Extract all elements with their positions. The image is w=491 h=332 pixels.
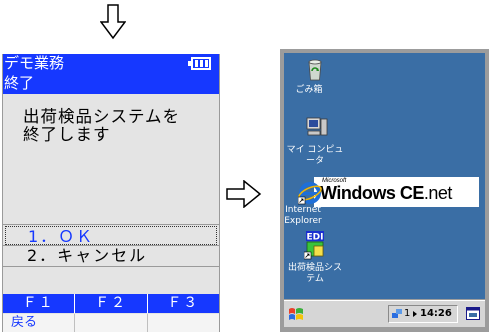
- tray-number: 1: [404, 308, 411, 319]
- ok-option[interactable]: 1．ＯＫ: [5, 226, 217, 246]
- taskbar: 1 14:26: [284, 300, 485, 327]
- system-tray: 1 14:26: [388, 305, 458, 323]
- message-line: 出荷検品システムを: [23, 107, 181, 126]
- divider: [3, 266, 219, 267]
- cancel-option[interactable]: 2．キャンセル: [5, 246, 217, 265]
- message-line: 終了します: [23, 125, 111, 144]
- f2-key[interactable]: Ｆ２: [74, 294, 146, 313]
- recycle-bin-icon[interactable]: [307, 59, 323, 81]
- windows-ce-screen: ごみ箱 マイ コンピュータ Microsoft Windows CE.net I…: [280, 49, 489, 332]
- edi-app-icon[interactable]: EDI: [304, 231, 326, 261]
- network-icon[interactable]: [392, 309, 402, 319]
- softkey-3[interactable]: [146, 314, 219, 332]
- message-text: 出荷検品システムを 終了します: [23, 108, 213, 144]
- internet-explorer-icon[interactable]: [298, 181, 322, 205]
- f1-key[interactable]: Ｆ１: [3, 294, 74, 313]
- my-computer-label[interactable]: マイ コンピュータ: [284, 145, 346, 167]
- windows-ce-net-logo: Microsoft Windows CE.net: [314, 177, 479, 207]
- tray-arrow-icon: [413, 311, 417, 317]
- f3-key[interactable]: Ｆ３: [146, 294, 219, 313]
- logo-text: Windows CE.net: [320, 183, 452, 204]
- battery-icon: [188, 57, 211, 70]
- logo-tld: .net: [423, 183, 453, 203]
- screen-title: デモ業務: [4, 54, 65, 72]
- screen-title-bar: デモ業務: [3, 54, 219, 76]
- screen-subtitle: 終了: [3, 74, 219, 94]
- internet-explorer-label[interactable]: Internet Explorer: [284, 205, 322, 227]
- right-arrow-icon: [226, 180, 262, 208]
- my-computer-icon[interactable]: [306, 117, 328, 137]
- start-button-icon[interactable]: [288, 307, 304, 321]
- down-arrow-icon: [100, 4, 126, 40]
- logo-suffix: CE: [399, 183, 425, 203]
- divider: [3, 224, 219, 225]
- show-desktop-icon[interactable]: [466, 307, 480, 320]
- logo-name: Windows: [320, 183, 396, 203]
- desktop: ごみ箱 マイ コンピュータ Microsoft Windows CE.net I…: [284, 53, 485, 299]
- back-softkey[interactable]: 戻る: [3, 314, 75, 332]
- soft-key-bar: 戻る: [3, 314, 219, 332]
- edi-app-label[interactable]: 出荷検品システム: [284, 263, 346, 285]
- recycle-bin-label[interactable]: ごみ箱: [289, 85, 329, 96]
- edi-badge-text: EDI: [307, 233, 324, 243]
- softkey-2[interactable]: [74, 314, 147, 332]
- handheld-screen: デモ業務 終了 出荷検品システムを 終了します 1．ＯＫ 2．キャンセル Ｆ１ …: [2, 54, 220, 332]
- clock[interactable]: 14:26: [420, 306, 452, 322]
- function-key-bar: Ｆ１ Ｆ２ Ｆ３: [3, 294, 219, 313]
